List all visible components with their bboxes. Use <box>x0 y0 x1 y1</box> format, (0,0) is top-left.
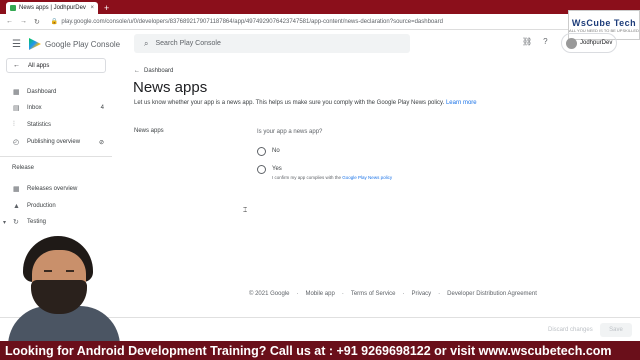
app-header: ☰ Google Play Console ⌕ Search Play Cons… <box>0 30 640 58</box>
sidebar-item-label: Testing <box>27 219 47 225</box>
page-description: Let us know whether your app is a news a… <box>134 100 477 106</box>
search-icon: ⌕ <box>144 38 149 48</box>
url-field[interactable]: 🔒 play.google.com/console/u/0/developers/… <box>51 18 443 25</box>
tab-title: News apps | JodhpurDev <box>19 5 86 11</box>
footer-separator: · <box>438 291 441 297</box>
sidebar-item-testing[interactable]: ▾ ↻ Testing <box>0 215 112 229</box>
managed-publishing-off-icon: ⊘ <box>98 139 104 146</box>
footer-link-terms[interactable]: Terms of Service <box>351 291 396 297</box>
news-apps-field-label: News apps <box>134 128 164 134</box>
play-console-favicon-icon <box>10 5 16 11</box>
footer-separator: · <box>402 291 405 297</box>
browser-tab-bar: News apps | JodhpurDev × + <box>0 0 640 14</box>
lock-icon: 🔒 <box>50 19 59 25</box>
sidebar-item-label: Statistics <box>27 122 52 128</box>
production-icon: ▲ <box>13 202 20 210</box>
sidebar-item-production[interactable]: ▲ Production <box>0 199 112 213</box>
page-title: News apps <box>133 79 208 96</box>
description-text: Let us know whether your app is a news a… <box>134 100 445 106</box>
release-section-label: Release <box>12 165 35 171</box>
account-chip[interactable]: JodhpurDev <box>561 33 617 53</box>
sidebar-item-statistics[interactable]: ⫶ Statistics <box>0 118 112 132</box>
app-title[interactable]: Google Play Console <box>45 40 120 49</box>
sidebar-divider <box>0 156 112 157</box>
confirm-text: I confirm my app complies with the <box>272 175 342 180</box>
tab-close-icon[interactable]: × <box>90 5 94 11</box>
google-play-logo-icon <box>28 38 41 50</box>
sidebar-item-label: Dashboard <box>27 89 57 95</box>
news-policy-link[interactable]: Google Play News policy <box>342 175 392 180</box>
browser-tab[interactable]: News apps | JodhpurDev × <box>6 2 98 14</box>
inbox-icon: ▤ <box>13 105 20 112</box>
footer-link-privacy[interactable]: Privacy <box>412 291 432 297</box>
save-button[interactable]: Save <box>600 323 632 337</box>
text-cursor-icon: ⌶ <box>243 207 248 214</box>
learn-more-link[interactable]: Learn more <box>446 100 477 106</box>
radio-no[interactable] <box>257 147 266 156</box>
option-no-label[interactable]: No <box>272 148 280 154</box>
page-footer: © 2021 Google · Mobile app · Terms of Se… <box>249 291 537 297</box>
back-arrow-icon[interactable]: ← <box>6 18 13 25</box>
account-name: JodhpurDev <box>580 40 613 46</box>
discard-changes-button[interactable]: Discard changes <box>548 327 593 333</box>
menu-icon[interactable]: ☰ <box>12 39 21 50</box>
search-placeholder: Search Play Console <box>155 40 221 47</box>
publishing-overview-icon: ◴ <box>13 139 20 146</box>
link-icon[interactable]: ⛓ <box>522 37 532 46</box>
breadcrumb[interactable]: ← Dashboard <box>134 68 173 74</box>
sidebar-item-label: Inbox <box>27 105 42 111</box>
news-app-question: Is your app a news app? <box>257 129 323 135</box>
all-apps-label: All apps <box>28 62 50 69</box>
presenter-video-overlay <box>0 228 125 344</box>
sidebar-item-releases-overview[interactable]: ▦ Releases overview <box>0 182 112 196</box>
back-arrow-icon: ← <box>134 68 140 74</box>
option-yes-label[interactable]: Yes <box>272 166 282 172</box>
reload-icon[interactable]: ↻ <box>34 18 40 26</box>
footer-separator: · <box>341 291 344 297</box>
footer-separator: · <box>296 291 299 297</box>
breadcrumb-label: Dashboard <box>144 68 174 74</box>
footer-link-dda[interactable]: Developer Distribution Agreement <box>447 291 537 297</box>
promo-banner: Looking for Android Development Training… <box>0 341 640 360</box>
radio-yes[interactable] <box>257 165 266 174</box>
all-apps-button[interactable]: ← All apps <box>6 58 106 73</box>
presenter-eye-right <box>66 270 74 272</box>
sidebar-item-label: Publishing overview <box>27 139 81 145</box>
expand-caret-icon[interactable]: ▾ <box>3 219 13 226</box>
confirm-compliance-text: I confirm my app complies with the Googl… <box>272 175 392 180</box>
testing-icon: ↻ <box>13 219 19 226</box>
sidebar-item-publishing-overview[interactable]: ◴ Publishing overview ⊘ <box>0 135 112 149</box>
new-tab-icon[interactable]: + <box>104 2 109 14</box>
sidebar-item-dashboard[interactable]: ▦ Dashboard <box>0 85 112 99</box>
logo-text: WsCube Tech <box>571 17 637 28</box>
footer-link-mobile-app[interactable]: Mobile app <box>305 291 334 297</box>
sidebar-item-inbox[interactable]: ▤ Inbox 4 <box>0 101 112 115</box>
sidebar-item-label: Production <box>27 203 56 209</box>
forward-arrow-icon[interactable]: → <box>20 18 27 25</box>
url-text: play.google.com/console/u/0/developers/8… <box>61 19 443 25</box>
address-bar: ← → ↻ 🔒 play.google.com/console/u/0/devel… <box>0 14 640 30</box>
presenter-eye-left <box>44 270 52 272</box>
dashboard-icon: ▦ <box>13 89 20 96</box>
help-icon[interactable]: ? <box>543 37 547 46</box>
releases-overview-icon: ▦ <box>13 186 20 193</box>
avatar <box>566 37 577 49</box>
sidebar-item-label: Releases overview <box>27 186 78 192</box>
back-arrow-icon: ← <box>13 62 20 69</box>
statistics-icon: ⫶ <box>13 121 15 128</box>
inbox-count-badge: 4 <box>100 105 104 111</box>
search-input[interactable]: ⌕ Search Play Console <box>134 34 410 53</box>
copyright-text: © 2021 Google <box>249 291 290 297</box>
